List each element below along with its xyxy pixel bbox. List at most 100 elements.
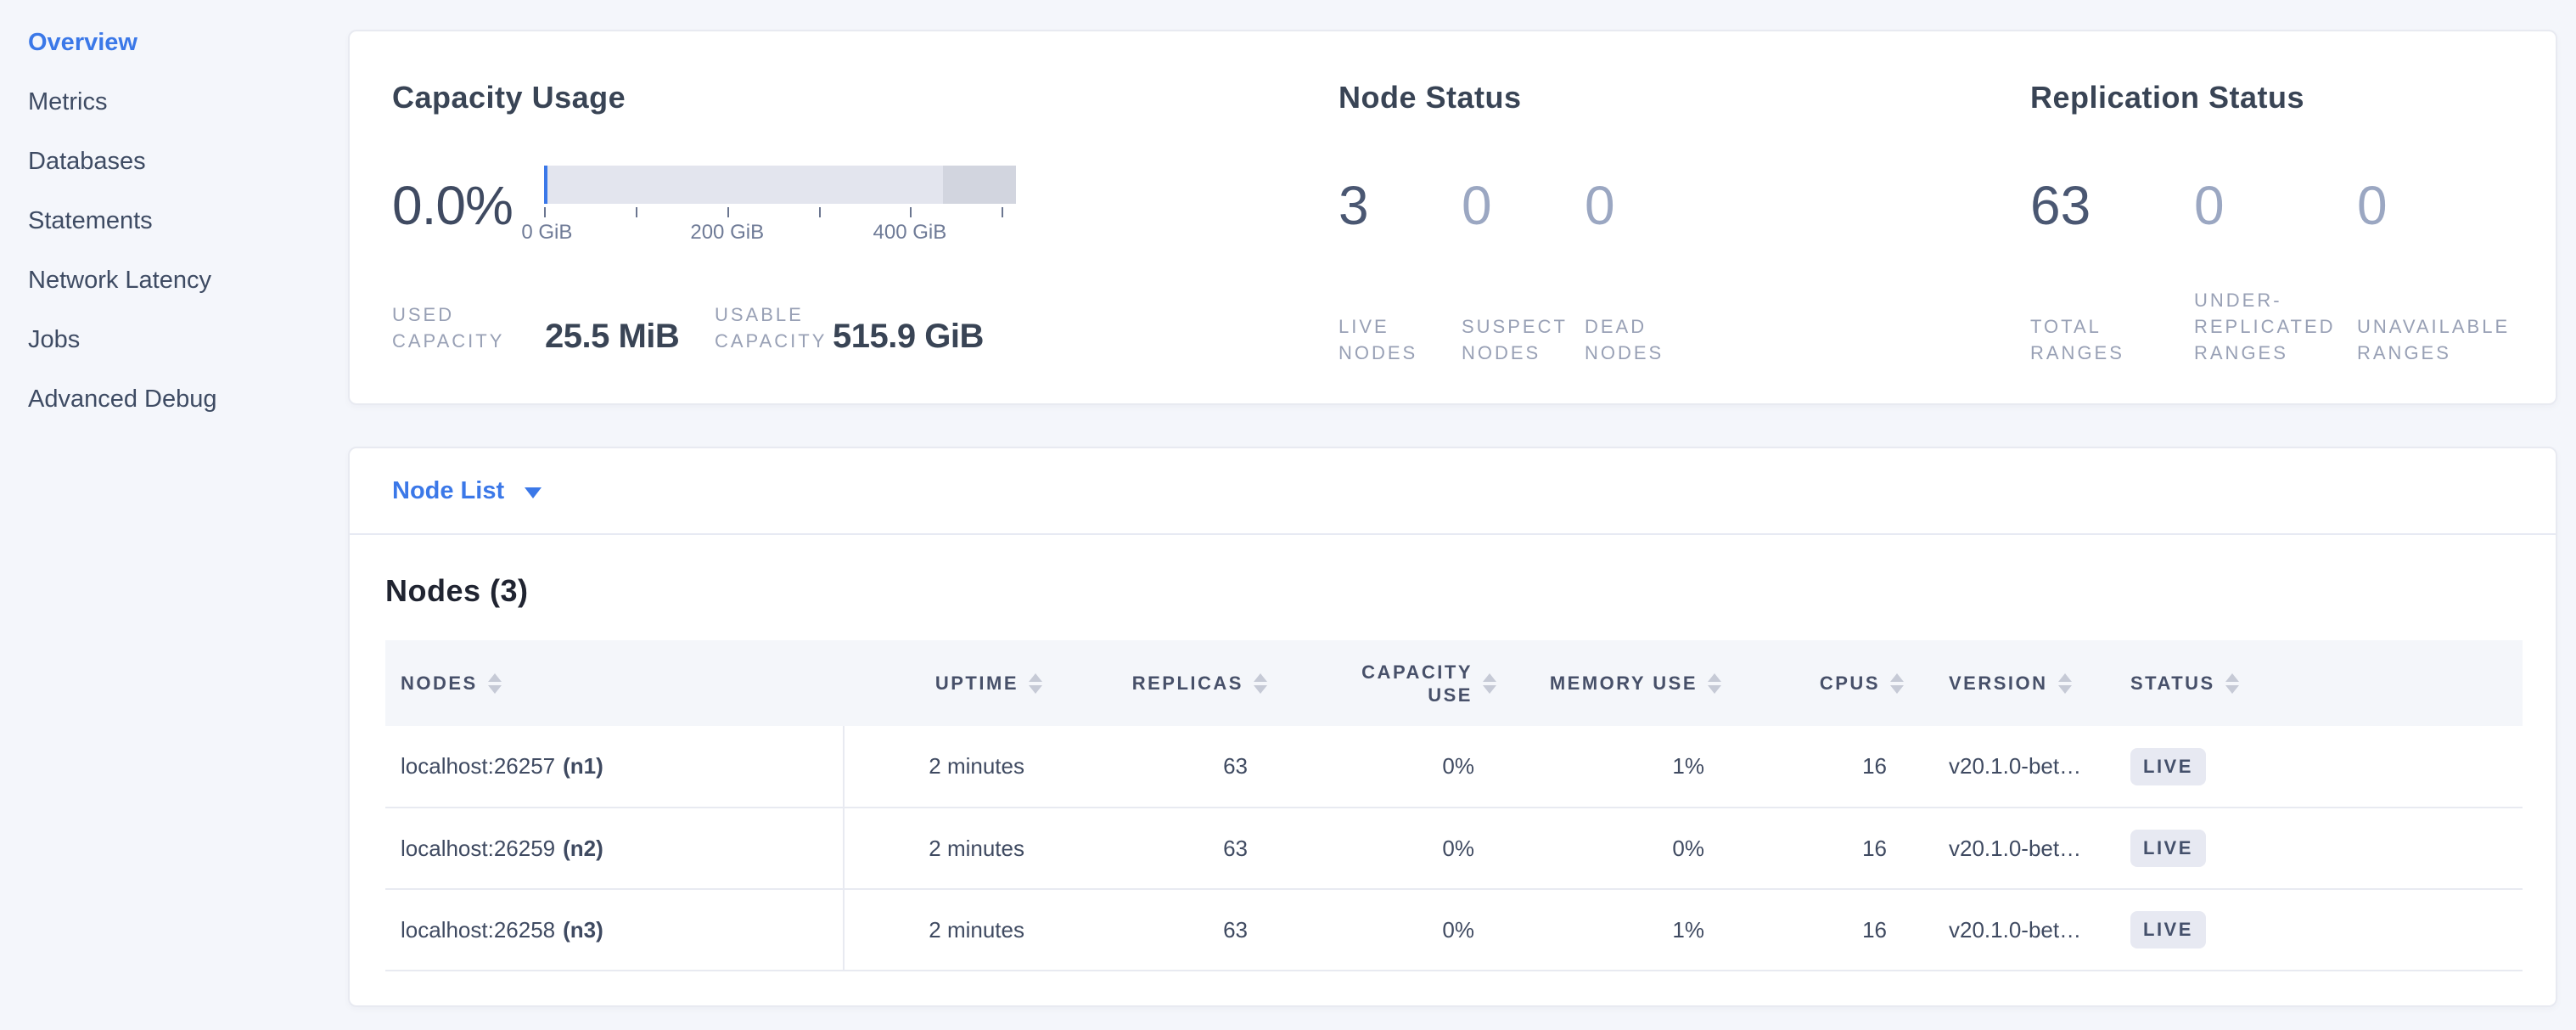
- axis-label: 400 GiB: [873, 221, 947, 245]
- suspect-nodes-metric: 0 SUSPECT NODES: [1462, 172, 1585, 366]
- column-header-nodes[interactable]: NODES: [385, 640, 844, 726]
- usable-capacity-label-line2: CAPACITY: [715, 328, 833, 354]
- axis-label: 0 GiB: [521, 221, 572, 245]
- capacity-bar: [544, 166, 1016, 204]
- cpus-cell: 16: [1725, 726, 1907, 808]
- live-status-badge: LIVE: [2130, 748, 2206, 785]
- column-label: REPLICAS: [1132, 673, 1243, 695]
- version-cell: v20.1.0-bet…: [1907, 726, 2119, 808]
- usable-capacity-value: 515.9 GiB: [833, 318, 984, 354]
- column-label: STATUS: [2130, 673, 2215, 695]
- under-replicated-ranges-metric: 0 UNDER- REPLICATED RANGES: [2194, 172, 2357, 366]
- chevron-down-icon: [525, 487, 542, 498]
- node-list-dropdown-label: Node List: [392, 477, 504, 505]
- used-capacity-label: USED CAPACITY: [392, 301, 545, 354]
- node-address-cell[interactable]: localhost:26259(n2): [385, 808, 844, 889]
- total-ranges-metric: 63 TOTAL RANGES: [2030, 172, 2194, 366]
- column-label: NODES: [401, 673, 478, 695]
- sidebar: Overview Metrics Databases Statements Ne…: [0, 0, 348, 1030]
- column-header-version[interactable]: VERSION: [1907, 640, 2119, 726]
- replicas-cell: 63: [1046, 889, 1271, 971]
- status-cell: LIVE: [2119, 889, 2523, 971]
- capacity-use-cell: 0%: [1271, 726, 1500, 808]
- version-cell: v20.1.0-bet…: [1907, 889, 2119, 971]
- capacity-use-cell: 0%: [1271, 808, 1500, 889]
- sidebar-item-overview[interactable]: Overview: [28, 30, 348, 55]
- axis-tick: [910, 207, 912, 217]
- replicas-cell: 63: [1046, 808, 1271, 889]
- capacity-usage-section: Capacity Usage 0.0%: [392, 79, 1339, 403]
- suspect-nodes-label: SUSPECT NODES: [1462, 313, 1585, 366]
- nodes-table: NODES UPTIME REPLICAS: [385, 640, 2523, 971]
- sort-icon: [2058, 673, 2072, 694]
- axis-tick: [727, 207, 729, 217]
- node-address-cell[interactable]: localhost:26258(n3): [385, 889, 844, 971]
- node-list-header: Node List: [350, 448, 2556, 535]
- usable-capacity-label: USABLE CAPACITY: [715, 301, 833, 354]
- capacity-axis-labels: 0 GiB 200 GiB 400 GiB: [544, 221, 1016, 246]
- memory-use-cell: 0%: [1500, 808, 1725, 889]
- used-capacity-label-line1: USED: [392, 301, 545, 328]
- cpus-cell: 16: [1725, 808, 1907, 889]
- cluster-summary-card: Capacity Usage 0.0%: [348, 30, 2557, 405]
- sort-icon: [1483, 673, 1496, 694]
- node-list-card: Node List Nodes (3) NODES: [348, 447, 2557, 1007]
- nodes-count-title: Nodes (3): [385, 572, 2519, 610]
- column-header-replicas[interactable]: REPLICAS: [1046, 640, 1271, 726]
- used-capacity-value: 25.5 MiB: [545, 318, 715, 354]
- table-header-row: NODES UPTIME REPLICAS: [385, 640, 2523, 726]
- axis-tick: [1002, 207, 1003, 217]
- replicas-cell: 63: [1046, 726, 1271, 808]
- usable-capacity-label-line1: USABLE: [715, 301, 833, 328]
- cpus-cell: 16: [1725, 889, 1907, 971]
- node-list-dropdown[interactable]: Node List: [392, 477, 542, 505]
- column-label: CPUS: [1820, 673, 1880, 695]
- sort-icon: [2225, 673, 2239, 694]
- table-row-node-1[interactable]: localhost:26257(n1) 2 minutes 63 0% 1% 1…: [385, 726, 2523, 808]
- column-header-cpus[interactable]: CPUS: [1725, 640, 1907, 726]
- capacity-usage-title: Capacity Usage: [392, 79, 1339, 116]
- reserved-capacity-segment: [943, 166, 1016, 204]
- total-ranges-value: 63: [2030, 172, 2194, 239]
- column-header-memory-use[interactable]: MEMORY USE: [1500, 640, 1725, 726]
- suspect-nodes-value: 0: [1462, 172, 1585, 239]
- axis-tick: [636, 207, 637, 217]
- column-label: VERSION: [1949, 673, 2048, 695]
- sidebar-item-advanced-debug[interactable]: Advanced Debug: [28, 386, 348, 412]
- used-capacity-segment: [544, 166, 547, 204]
- dead-nodes-metric: 0 DEAD NODES: [1585, 172, 1664, 366]
- table-row-node-2[interactable]: localhost:26259(n2) 2 minutes 63 0% 0% 1…: [385, 808, 2523, 889]
- total-ranges-label: TOTAL RANGES: [2030, 313, 2194, 366]
- node-address-cell[interactable]: localhost:26257(n1): [385, 726, 844, 808]
- under-replicated-ranges-value: 0: [2194, 172, 2357, 239]
- sidebar-item-databases[interactable]: Databases: [28, 149, 348, 174]
- node-status-title: Node Status: [1339, 79, 2030, 116]
- used-capacity-label-line2: CAPACITY: [392, 328, 545, 354]
- sort-icon: [488, 673, 502, 694]
- replication-status-title: Replication Status: [2030, 79, 2510, 116]
- sidebar-item-statements[interactable]: Statements: [28, 208, 348, 234]
- dead-nodes-value: 0: [1585, 172, 1664, 239]
- table-row-node-3[interactable]: localhost:26258(n3) 2 minutes 63 0% 1% 1…: [385, 889, 2523, 971]
- column-header-capacity-use[interactable]: CAPACITY USE: [1271, 640, 1500, 726]
- unavailable-ranges-label: UNAVAILABLE RANGES: [2357, 313, 2510, 366]
- capacity-use-cell: 0%: [1271, 889, 1500, 971]
- sort-icon: [1029, 673, 1042, 694]
- status-cell: LIVE: [2119, 726, 2523, 808]
- column-header-status[interactable]: STATUS: [2119, 640, 2523, 726]
- axis-label: 200 GiB: [690, 221, 764, 245]
- unavailable-ranges-metric: 0 UNAVAILABLE RANGES: [2357, 172, 2510, 366]
- column-header-uptime[interactable]: UPTIME: [844, 640, 1046, 726]
- memory-use-cell: 1%: [1500, 889, 1725, 971]
- sort-icon: [1890, 673, 1904, 694]
- sidebar-item-jobs[interactable]: Jobs: [28, 327, 348, 352]
- memory-use-cell: 1%: [1500, 726, 1725, 808]
- sidebar-item-metrics[interactable]: Metrics: [28, 89, 348, 115]
- column-label: MEMORY USE: [1550, 673, 1698, 695]
- under-replicated-ranges-label: UNDER- REPLICATED RANGES: [2194, 287, 2357, 366]
- axis-tick: [544, 207, 546, 217]
- axis-tick: [819, 207, 821, 217]
- uptime-cell: 2 minutes: [844, 808, 1046, 889]
- live-nodes-value: 3: [1339, 172, 1462, 239]
- sidebar-item-network-latency[interactable]: Network Latency: [28, 267, 348, 293]
